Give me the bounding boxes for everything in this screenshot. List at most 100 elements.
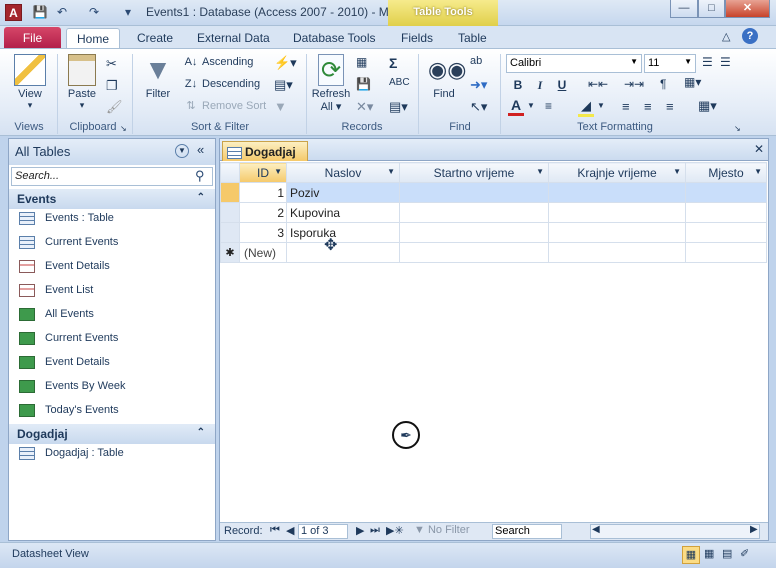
column-header-krajnje-vrijeme[interactable]: Krajnje vrijeme ▼	[548, 162, 686, 183]
cell-new[interactable]: (New)	[239, 242, 287, 263]
cell-mjesto[interactable]	[685, 222, 767, 243]
tab-create[interactable]: Create	[127, 28, 183, 48]
row-selector[interactable]	[220, 222, 240, 243]
nav-item-events-by-week-report[interactable]: Events By Week	[19, 375, 209, 397]
nav-item-todays-events-report[interactable]: Today's Events	[19, 399, 209, 421]
collapse-group-icon[interactable]: ⌃	[197, 427, 205, 438]
toggle-filter-icon[interactable]: ▼	[274, 99, 287, 114]
align-right-icon[interactable]: ≡	[666, 99, 674, 114]
no-filter-indicator[interactable]: ▼ No Filter	[414, 524, 470, 536]
record-position-input[interactable]: 1 of 3	[298, 524, 348, 539]
select-all-cell[interactable]	[220, 162, 240, 183]
font-color-icon[interactable]: A	[508, 98, 524, 116]
nav-item-event-list-form[interactable]: Event List	[19, 279, 209, 301]
table-row[interactable]: 3 Isporuka	[220, 222, 767, 243]
font-color-dropdown-icon[interactable]: ▼	[527, 101, 535, 110]
cell-mjesto[interactable]	[685, 182, 767, 203]
nav-group-events[interactable]: Events ⌃	[9, 189, 215, 209]
find-button[interactable]: ◉◉ Find	[424, 54, 466, 100]
view-button[interactable]: View ▾	[8, 54, 52, 111]
close-button[interactable]: ✕	[725, 0, 770, 18]
minimize-button[interactable]: —	[670, 0, 698, 18]
font-size-combo[interactable]: 11 ▼	[644, 54, 696, 73]
redo-icon[interactable]: ↷	[86, 5, 102, 21]
pivot-chart-view-icon[interactable]: ▤	[722, 547, 732, 560]
align-left-text-icon[interactable]: ≡	[622, 99, 630, 114]
column-dropdown-icon[interactable]: ▼	[536, 167, 544, 176]
cell-id[interactable]: 1	[239, 182, 287, 203]
scroll-left-icon[interactable]: ◀	[592, 524, 600, 535]
new-record-icon[interactable]: ▦	[356, 55, 367, 69]
cell-naslov[interactable]	[286, 242, 400, 263]
cell-krajnje-vrijeme[interactable]	[548, 222, 686, 243]
tab-file[interactable]: File	[4, 27, 61, 48]
design-view-icon[interactable]: ✐	[740, 547, 749, 560]
filter-button[interactable]: ▼ Filter	[138, 54, 178, 100]
row-selector[interactable]	[220, 182, 240, 203]
cell-startno-vrijeme[interactable]	[399, 202, 549, 223]
nav-search-input[interactable]: Search...	[11, 167, 213, 186]
new-record-nav-icon[interactable]: ▶✳	[386, 524, 404, 537]
refresh-all-button[interactable]: ⟳ Refresh All ▾	[310, 54, 352, 113]
cell-krajnje-vrijeme[interactable]	[548, 182, 686, 203]
nav-item-events-table[interactable]: Events : Table	[19, 207, 209, 229]
undo-icon[interactable]: ↶	[54, 5, 70, 21]
datasheet-view-icon[interactable]: ▦	[682, 546, 700, 564]
remove-sort-button[interactable]: ⇅ Remove Sort	[183, 97, 266, 117]
next-record-icon[interactable]: ▶	[356, 524, 364, 537]
scroll-right-icon[interactable]: ▶	[750, 524, 758, 535]
save-icon[interactable]: 💾	[32, 5, 48, 21]
new-row-marker[interactable]: ✱	[220, 242, 240, 263]
help-icon[interactable]: ?	[742, 28, 758, 44]
maximize-button[interactable]: □	[698, 0, 725, 18]
nav-item-event-details-form[interactable]: Event Details	[19, 255, 209, 277]
clipboard-launcher-icon[interactable]: ↘	[120, 124, 127, 133]
horizontal-scrollbar[interactable]	[590, 524, 760, 539]
cell-id[interactable]: 2	[239, 202, 287, 223]
tab-fields[interactable]: Fields	[391, 28, 443, 48]
column-dropdown-icon[interactable]: ▼	[673, 167, 681, 176]
align-center-icon[interactable]: ≡	[644, 99, 652, 114]
advanced-filter-icon[interactable]: ▤▾	[274, 77, 293, 93]
cell-naslov[interactable]: Poziv	[286, 182, 400, 203]
tab-home[interactable]: Home	[66, 28, 121, 50]
cell-startno-vrijeme[interactable]	[399, 222, 549, 243]
shutter-bar-close-icon[interactable]: «	[197, 142, 204, 157]
go-to-icon[interactable]: ➜▾	[470, 77, 487, 93]
cell-krajnje-vrijeme[interactable]	[548, 242, 686, 263]
totals-icon[interactable]: Σ	[389, 55, 397, 71]
column-dropdown-icon[interactable]: ▼	[387, 167, 395, 176]
paste-button[interactable]: Paste ▾	[62, 54, 102, 111]
select-icon[interactable]: ↖▾	[470, 99, 487, 115]
row-selector[interactable]	[220, 202, 240, 223]
alternate-row-color-icon[interactable]: ▦▾	[698, 98, 717, 114]
column-header-naslov[interactable]: Naslov ▼	[286, 162, 400, 183]
search-icon[interactable]: ⚲	[195, 168, 205, 184]
cell-startno-vrijeme[interactable]	[399, 242, 549, 263]
table-row[interactable]: 2 Kupovina	[220, 202, 767, 223]
previous-record-icon[interactable]: ◀	[286, 524, 294, 537]
replace-icon[interactable]: ab	[470, 55, 482, 67]
copy-icon[interactable]: ❐	[106, 78, 118, 94]
cut-icon[interactable]: ✂	[106, 56, 117, 72]
rtl-icon[interactable]: ¶	[660, 77, 666, 91]
text-formatting-launcher-icon[interactable]: ↘	[734, 124, 741, 133]
document-tab-dogadjaj[interactable]: Dogadjaj	[222, 141, 308, 161]
last-record-icon[interactable]: ⏭	[370, 524, 380, 537]
cell-mjesto[interactable]	[685, 242, 767, 263]
first-record-icon[interactable]: ⏮	[270, 524, 280, 537]
increase-indent-icon[interactable]: ⇥⇥	[624, 77, 644, 91]
delete-record-icon[interactable]: ✕▾	[356, 99, 373, 115]
nav-menu-chevron-icon[interactable]: ▼	[175, 144, 189, 158]
cell-mjesto[interactable]	[685, 202, 767, 223]
more-records-icon[interactable]: ▤▾	[389, 99, 408, 115]
gridlines-icon[interactable]: ▦▾	[684, 75, 701, 89]
sort-descending-button[interactable]: Z↓ Descending	[183, 75, 260, 95]
tab-database-tools[interactable]: Database Tools	[283, 28, 386, 48]
column-header-mjesto[interactable]: Mjesto ▼	[685, 162, 767, 183]
selection-filter-icon[interactable]: ⚡▾	[274, 55, 297, 71]
cell-naslov[interactable]: Isporuka	[286, 222, 400, 243]
format-painter-icon[interactable]: 🖌	[106, 99, 123, 115]
save-record-icon[interactable]: 💾	[356, 77, 371, 91]
font-name-combo[interactable]: Calibri ▼	[506, 54, 642, 73]
